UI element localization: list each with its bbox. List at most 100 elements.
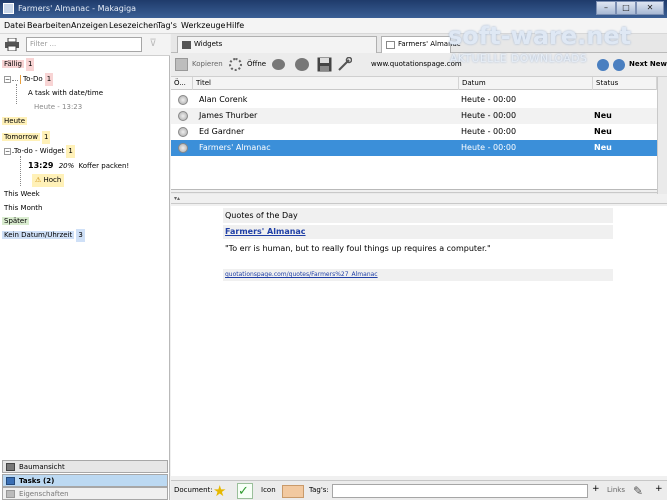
links-label[interactable]: Links <box>607 486 625 494</box>
filter-icon[interactable]: ⊽ <box>147 38 159 50</box>
collapse-toggle[interactable]: − <box>4 148 11 155</box>
star-icon[interactable]: ★ <box>213 483 229 499</box>
table-row[interactable]: Alan Corenk Heute - 00:00 <box>171 92 657 108</box>
task-item[interactable]: A task with date/time <box>28 87 103 100</box>
cell-status: Neu <box>594 143 612 152</box>
cell-datum: Heute - 00:00 <box>461 95 517 104</box>
group-widget[interactable]: To-do - Widget 1 <box>14 145 75 158</box>
column-header-icon[interactable]: Ö... <box>171 77 193 90</box>
cell-datum: Heute - 00:00 <box>461 127 517 136</box>
cell-titel: Alan Corenk <box>199 95 248 104</box>
count-badge: 1 <box>25 58 35 71</box>
copy-icon[interactable] <box>175 58 188 71</box>
comments-icon[interactable] <box>295 58 309 71</box>
task-progress: 20% <box>58 162 75 170</box>
vertical-scrollbar[interactable] <box>657 77 667 201</box>
category-label: Tomorrow <box>2 133 40 141</box>
menu-werkzeuge[interactable]: Werkzeuge <box>181 21 225 30</box>
arrow-right-icon[interactable] <box>613 59 625 71</box>
pencil-icon[interactable]: ✎ <box>633 483 649 499</box>
save-icon[interactable] <box>317 57 332 72</box>
feed-toolbar: Kopieren Öffne www.quotationspage.com Ne… <box>171 53 667 77</box>
count-badge: 1 <box>41 131 51 144</box>
comment-icon[interactable] <box>272 59 285 70</box>
more-icon[interactable]: + <box>655 484 663 494</box>
task-item[interactable]: 13:29 20% Koffer packen! <box>28 159 129 172</box>
tags-input[interactable] <box>332 484 588 498</box>
category-label: Fällig <box>2 60 24 68</box>
category-spaeter[interactable]: Später <box>2 215 30 228</box>
tab-baumansicht[interactable]: Baumansicht <box>2 460 168 473</box>
printer-icon[interactable] <box>5 38 19 51</box>
cell-datum: Heute - 00:00 <box>461 143 517 152</box>
wrench-icon <box>6 490 15 498</box>
icon-picker[interactable] <box>282 485 304 498</box>
column-header-datum[interactable]: Datum <box>459 77 593 90</box>
task-title: A task with date/time <box>28 89 104 97</box>
side-tabs: Baumansicht Tasks (2) Eigenschaften <box>0 460 170 500</box>
check-icon[interactable]: ✓ <box>237 483 253 499</box>
tags-label: Tag's: <box>309 486 329 494</box>
category-heute[interactable]: Heute <box>2 115 28 128</box>
feed-table: Ö... Titel Datum Status Alan Corenk Heut… <box>171 77 667 202</box>
menu-hilfe[interactable]: Hilfe <box>226 21 244 30</box>
group-label: To-Do <box>23 75 43 83</box>
category-this-week[interactable]: This Week <box>2 188 42 201</box>
count-badge: 1 <box>44 73 54 86</box>
tab-label: Baumansicht <box>19 463 65 471</box>
task-time: 13:29 <box>28 161 54 170</box>
tab-widgets[interactable]: Widgets <box>177 36 377 53</box>
widgets-icon <box>182 41 191 49</box>
table-row[interactable]: Ed Gardner Heute - 00:00 Neu <box>171 124 657 140</box>
filter-input[interactable]: Filter ... <box>26 37 142 52</box>
document-tabs: Widgets Farmers' Almanac <box>171 34 667 53</box>
category-label: This Month <box>4 204 43 212</box>
splitter-arrows-icon[interactable]: ▾▴ <box>174 195 180 202</box>
collapse-toggle[interactable]: − <box>4 76 11 83</box>
count-badge: 3 <box>76 229 85 242</box>
add-link-icon[interactable]: + <box>592 484 600 494</box>
category-this-month[interactable]: This Month <box>2 202 44 215</box>
table-row[interactable]: James Thurber Heute - 00:00 Neu <box>171 108 657 124</box>
menu-tags[interactable]: Tag's <box>157 21 177 30</box>
copy-button[interactable]: Kopieren <box>192 56 223 73</box>
menu-lesezeichen[interactable]: Lesezeichen <box>109 21 158 30</box>
tab-eigenschaften[interactable]: Eigenschaften <box>2 487 168 500</box>
table-row-selected[interactable]: Farmers' Almanac Heute - 00:00 Neu <box>171 140 657 156</box>
gear-icon[interactable] <box>229 58 242 71</box>
tasks-toolbar: Filter ... ⊽ <box>0 34 170 56</box>
menu-bearbeiten[interactable]: Bearbeiten <box>27 21 71 30</box>
minimize-button[interactable]: – <box>596 1 616 15</box>
category-kein-datum[interactable]: Kein Datum/Uhrzeit 3 <box>2 229 85 242</box>
preview-item-link[interactable]: Farmers' Almanac <box>223 225 613 239</box>
column-header-status[interactable]: Status <box>593 77 657 90</box>
category-label: Heute <box>2 117 28 125</box>
cell-titel: Ed Gardner <box>199 127 245 136</box>
splitter[interactable]: ▾▴ <box>171 194 667 204</box>
group-label: To-do - Widget <box>14 147 65 155</box>
open-button[interactable]: Öffne <box>247 56 266 73</box>
main-area: Widgets Farmers' Almanac Kopieren Öffne … <box>171 34 667 500</box>
document-bar: Document: ★ ✓ Icon Tag's: + Links ✎ + <box>171 480 667 500</box>
cell-titel: James Thurber <box>199 111 258 120</box>
group-todo[interactable]: To-Do 1 <box>20 73 54 86</box>
close-button[interactable]: ✕ <box>636 1 664 15</box>
category-label: Kein Datum/Uhrzeit <box>2 231 75 239</box>
menu-datei[interactable]: Datei <box>4 21 25 30</box>
tools-icon[interactable] <box>337 57 352 72</box>
priority-label: Hoch <box>43 176 62 184</box>
menu-anzeigen[interactable]: Anzeigen <box>71 21 108 30</box>
item-preview: Quotes of the Day Farmers' Almanac "To e… <box>171 206 667 476</box>
maximize-button[interactable]: □ <box>616 1 636 15</box>
preview-source-link[interactable]: quotationspage.com/quotes/Farmers%27_Alm… <box>223 269 613 281</box>
column-header-titel[interactable]: Titel <box>193 77 459 90</box>
tab-farmers-almanac[interactable]: Farmers' Almanac <box>381 36 461 53</box>
tasks-icon <box>6 477 15 485</box>
next-new-button[interactable]: Next New <box>629 56 667 73</box>
arrow-left-icon[interactable] <box>597 59 609 71</box>
cell-status: Neu <box>594 127 612 136</box>
tab-tasks[interactable]: Tasks (2) <box>2 474 168 487</box>
category-faellig[interactable]: Fällig 1 <box>2 58 35 71</box>
category-tomorrow[interactable]: Tomorrow 1 <box>2 131 51 144</box>
feed-url[interactable]: www.quotationspage.com <box>371 56 462 73</box>
